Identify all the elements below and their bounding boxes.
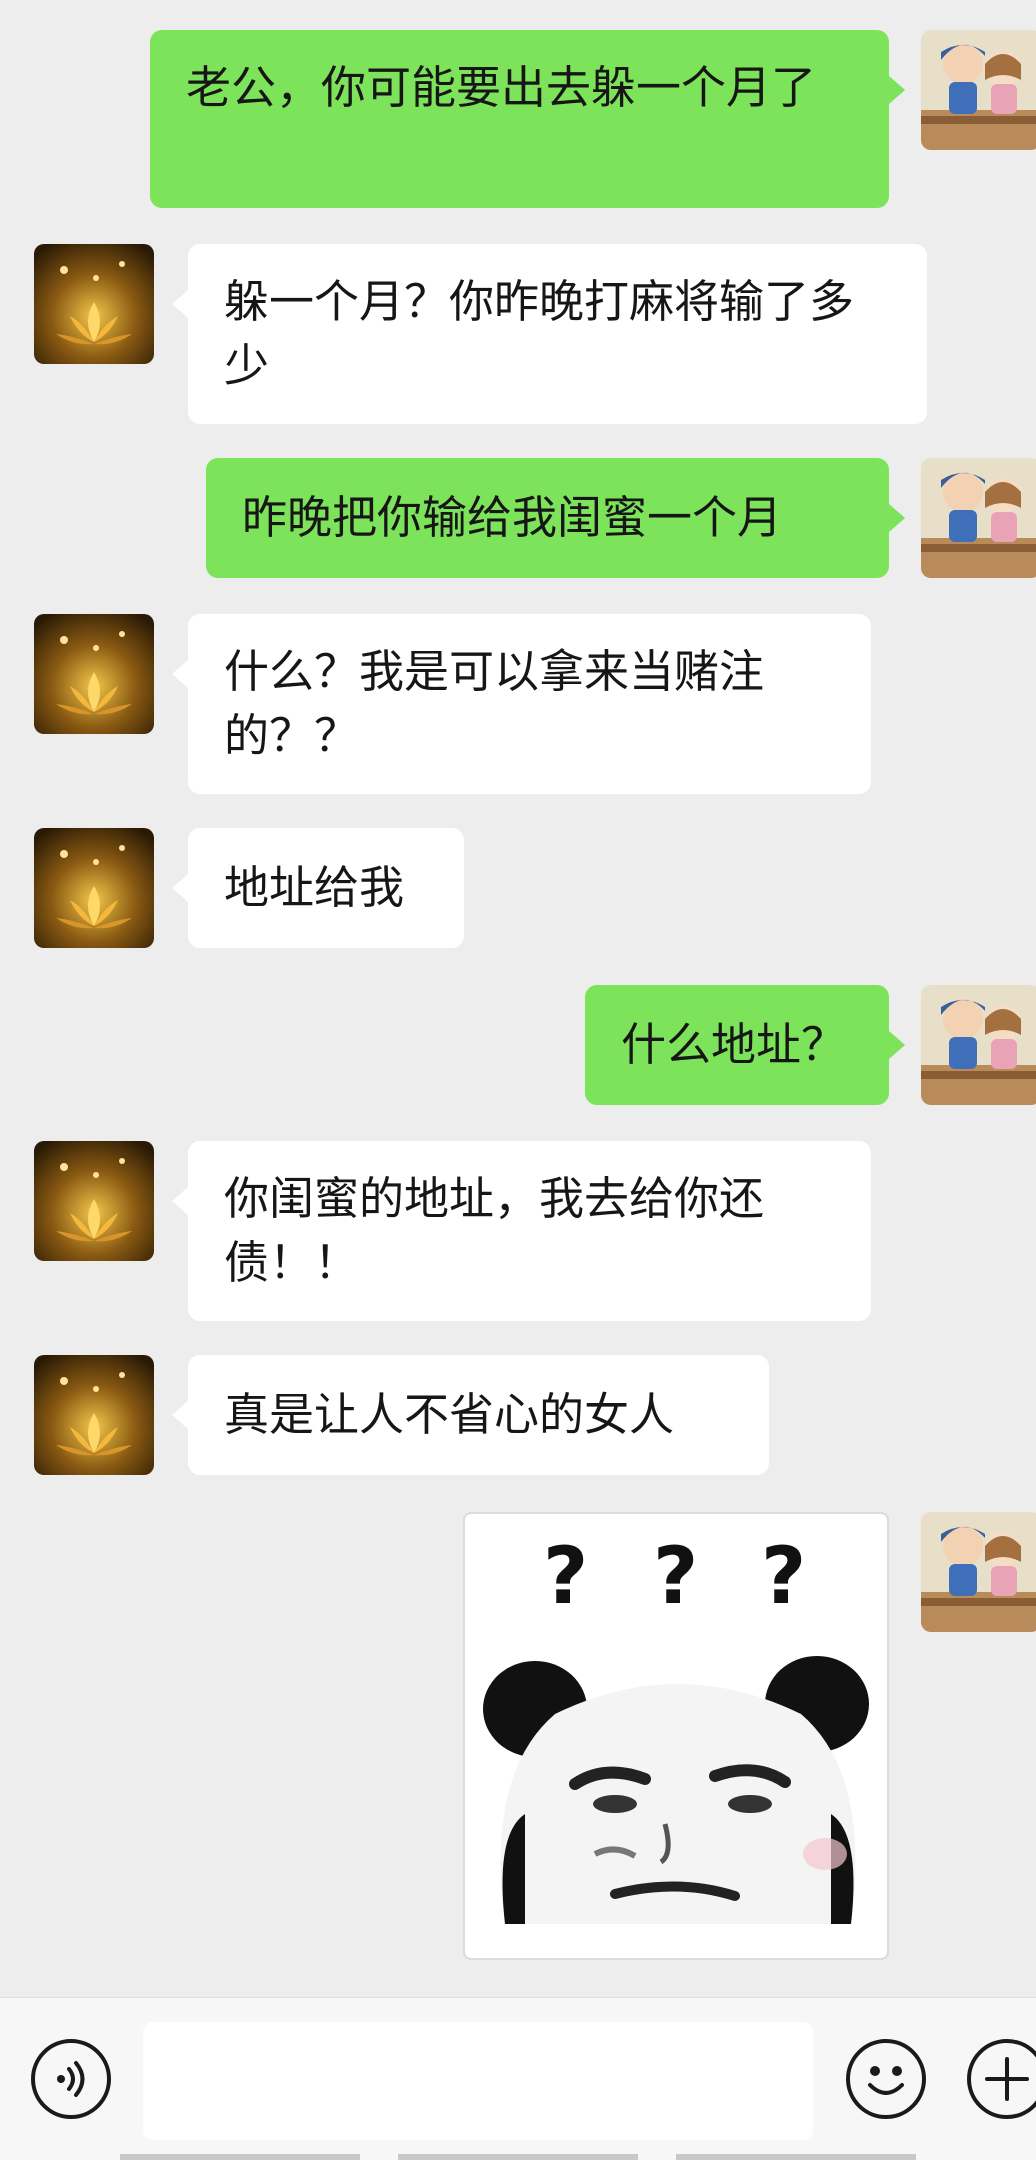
golden-lotus-avatar-image [34,828,154,948]
self-avatar[interactable] [921,30,1036,150]
cartoon-couple-avatar-image [921,30,1036,150]
message-bubble[interactable]: 真是让人不省心的女人 [172,1355,769,1475]
contact-avatar[interactable] [34,614,154,734]
golden-lotus-avatar-image [34,1141,154,1261]
voice-icon [57,2061,85,2097]
cartoon-couple-avatar-image [921,1512,1036,1632]
message-bubble[interactable]: 地址给我 [172,828,464,948]
plus-icon [985,2057,1029,2101]
bottom-indicator [676,2154,916,2160]
contact-avatar[interactable] [34,1141,154,1261]
message-bubble[interactable]: 你闺蜜的地址，我去给你还债！！ [172,1141,871,1321]
self-avatar[interactable] [921,458,1036,578]
chat-area[interactable]: 老公，你可能要出去躲一个月了 躲一个月？你昨晚打麻将输了多少 昨晚把你输给我闺蜜… [0,0,1036,1997]
contact-avatar[interactable] [34,1355,154,1475]
cartoon-couple-avatar-image [921,458,1036,578]
golden-lotus-avatar-image [34,244,154,364]
message-input[interactable] [143,2022,813,2140]
golden-lotus-avatar-image [34,1355,154,1475]
voice-button[interactable] [31,2039,111,2119]
golden-lotus-avatar-image [34,614,154,734]
bottom-indicator [398,2154,638,2160]
message-bubble[interactable]: 老公，你可能要出去躲一个月了 [150,30,905,208]
emoji-icon [868,2066,904,2095]
message-bubble[interactable]: 什么？我是可以拿来当赌注的？？ [172,614,871,794]
emoji-button[interactable] [846,2039,926,2119]
panda-meme-sticker[interactable]: ? ? ? [463,1512,889,1960]
message-bubble[interactable]: 躲一个月？你昨晚打麻将输了多少 [172,244,927,424]
contact-avatar[interactable] [34,828,154,948]
self-avatar[interactable] [921,1512,1036,1632]
message-bubble[interactable]: 什么地址？ [585,985,905,1105]
panda-face-image [483,1656,869,1924]
self-avatar[interactable] [921,985,1036,1105]
cartoon-couple-avatar-image [921,985,1036,1105]
input-bar [0,1997,1036,2160]
contact-avatar[interactable] [34,244,154,364]
message-bubble[interactable]: 昨晚把你输给我闺蜜一个月 [206,458,905,578]
plus-button[interactable] [967,2039,1036,2119]
bottom-indicator [120,2154,360,2160]
